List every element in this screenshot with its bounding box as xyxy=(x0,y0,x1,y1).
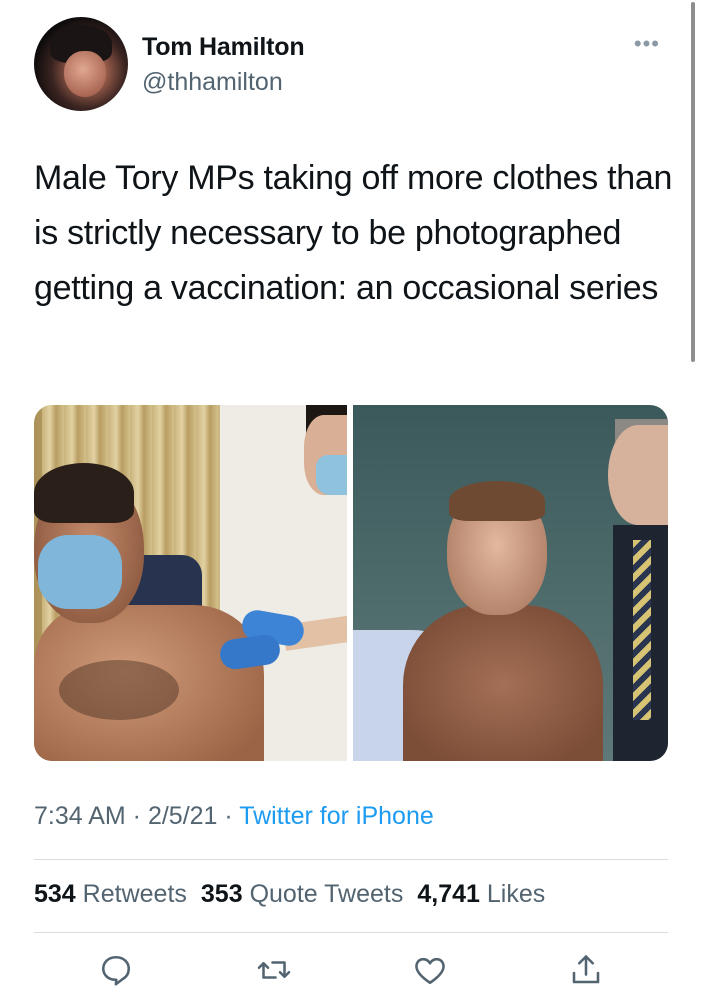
share-icon[interactable] xyxy=(568,952,604,988)
more-icon[interactable]: ••• xyxy=(634,33,660,55)
tweet-date[interactable]: 2/5/21 xyxy=(148,802,218,830)
photo-nurse-mask xyxy=(316,455,347,495)
tweet-detail: Tom Hamilton @thhamilton ••• Male Tory M… xyxy=(0,0,702,1000)
avatar-face xyxy=(64,51,106,97)
reply-icon[interactable] xyxy=(98,952,134,988)
divider xyxy=(34,859,668,860)
retweets-label: Retweets xyxy=(82,880,187,908)
tweet-meta: 7:34 AM · 2/5/21 · Twitter for iPhone xyxy=(34,802,434,831)
avatar[interactable] xyxy=(34,17,128,111)
photo-hair xyxy=(449,481,545,521)
photo-doctor-head xyxy=(608,425,668,525)
tweet-source-link[interactable]: Twitter for iPhone xyxy=(239,802,434,830)
divider xyxy=(34,932,668,933)
media-grid xyxy=(34,405,668,761)
meta-separator: · xyxy=(125,802,148,830)
photo-vaccination-right[interactable] xyxy=(353,405,668,761)
photo-hair xyxy=(34,463,134,523)
quote-tweets-label: Quote Tweets xyxy=(249,880,404,908)
author-handle[interactable]: @thhamilton xyxy=(142,68,283,97)
photo-vaccination-left[interactable] xyxy=(34,405,347,761)
retweet-icon[interactable] xyxy=(256,952,292,988)
tweet-time[interactable]: 7:34 AM xyxy=(34,802,126,830)
tweet-stats: 534 Retweets 353 Quote Tweets 4,741 Likes xyxy=(34,880,545,909)
retweets-count: 534 xyxy=(34,880,76,908)
likes-count: 4,741 xyxy=(417,880,480,908)
like-icon[interactable] xyxy=(412,952,448,988)
tweet-text: Male Tory MPs taking off more clothes th… xyxy=(34,159,673,307)
quote-tweets-stat[interactable]: 353 Quote Tweets xyxy=(201,880,403,908)
photo-face-mask xyxy=(38,535,122,609)
author-name[interactable]: Tom Hamilton xyxy=(142,33,305,62)
quote-tweets-count: 353 xyxy=(200,880,243,908)
likes-stat[interactable]: 4,741 Likes xyxy=(417,880,545,908)
photo-torso xyxy=(403,605,603,761)
retweets-stat[interactable]: 534 Retweets xyxy=(34,880,187,908)
photo-doctor-tie xyxy=(633,540,651,720)
likes-label: Likes xyxy=(486,880,546,908)
photo-chest xyxy=(59,660,179,720)
scrollbar[interactable] xyxy=(691,2,695,362)
meta-separator: · xyxy=(217,802,240,830)
